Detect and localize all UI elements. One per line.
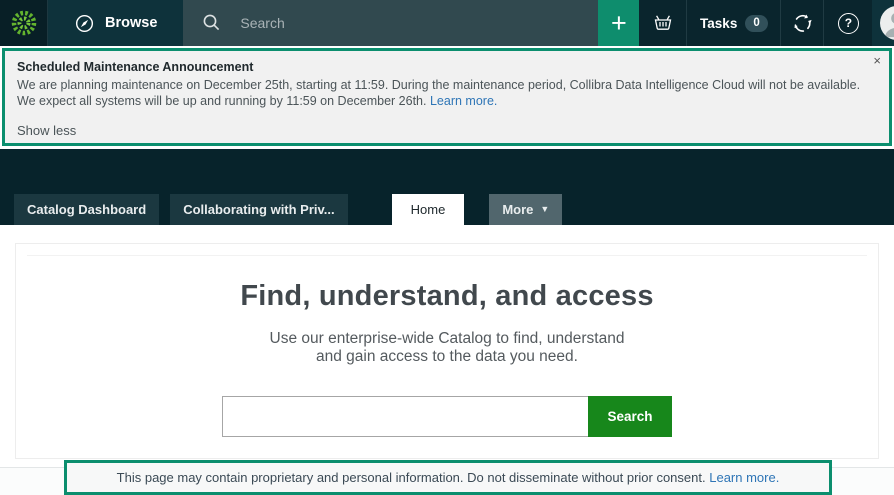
app-logo[interactable] <box>0 0 48 46</box>
data-basket-button[interactable] <box>639 0 686 46</box>
catalog-search-row: Search <box>16 396 878 437</box>
tasks-count-badge: 0 <box>745 15 767 32</box>
chevron-down-icon: ▼ <box>540 205 549 214</box>
show-less-link[interactable]: Show less <box>17 123 877 138</box>
browse-label: Browse <box>105 15 157 31</box>
announcement-learn-more-link[interactable]: Learn more. <box>430 94 497 108</box>
user-menu-button[interactable] <box>872 0 894 46</box>
compass-icon <box>74 13 95 34</box>
close-icon[interactable]: × <box>873 53 881 68</box>
announcement-body: We are planning maintenance on December … <box>17 77 877 109</box>
collibra-logo-icon <box>10 9 38 37</box>
tasks-label: Tasks <box>700 16 737 31</box>
search-icon <box>201 12 223 34</box>
shopping-basket-icon <box>651 11 675 35</box>
dashboard-tabs: Catalog Dashboard Collaborating with Pri… <box>14 194 562 225</box>
question-mark-icon: ? <box>838 13 859 34</box>
subtext-line-1: Use our enterprise-wide Catalog to find,… <box>16 330 878 348</box>
more-label: More <box>502 194 533 225</box>
tab-collaborating-with-priv[interactable]: Collaborating with Priv... <box>170 194 347 225</box>
help-button[interactable]: ? <box>823 0 872 46</box>
catalog-search-button[interactable]: Search <box>588 396 672 437</box>
global-search-input[interactable] <box>238 14 580 32</box>
activities-button[interactable] <box>780 0 823 46</box>
disclaimer-learn-more-link[interactable]: Learn more. <box>709 470 779 485</box>
disclaimer-banner: This page may contain proprietary and pe… <box>64 460 832 495</box>
create-button[interactable]: + <box>598 0 639 46</box>
collibra-app: Browse + <box>0 0 894 495</box>
widget-divider <box>27 255 867 256</box>
tab-home[interactable]: Home <box>392 194 465 225</box>
circular-arrows-icon <box>791 12 814 35</box>
tasks-button[interactable]: Tasks 0 <box>686 0 780 46</box>
plus-icon: + <box>611 8 627 39</box>
catalog-search-input[interactable] <box>222 396 588 437</box>
avatar <box>880 6 894 40</box>
top-navigation-bar: Browse + <box>0 0 894 46</box>
tab-catalog-dashboard[interactable]: Catalog Dashboard <box>14 194 159 225</box>
subtext-line-2: and gain access to the data you need. <box>16 348 878 366</box>
page-title: Find, understand, and access <box>16 280 878 313</box>
catalog-search-widget: Find, understand, and access Use our ent… <box>15 243 879 459</box>
dashboard-header-strip: Catalog Dashboard Collaborating with Pri… <box>0 149 894 225</box>
tab-more-dropdown[interactable]: More ▼ <box>489 194 562 225</box>
page-subtext: Use our enterprise-wide Catalog to find,… <box>16 330 878 366</box>
disclaimer-text: This page may contain proprietary and pe… <box>117 470 706 485</box>
announcement-title: Scheduled Maintenance Announcement <box>17 60 877 74</box>
global-search-bar[interactable] <box>183 0 598 46</box>
maintenance-announcement-banner: × Scheduled Maintenance Announcement We … <box>2 48 892 146</box>
home-dashboard-content: Find, understand, and access Use our ent… <box>0 225 894 467</box>
browse-button[interactable]: Browse <box>48 0 183 46</box>
